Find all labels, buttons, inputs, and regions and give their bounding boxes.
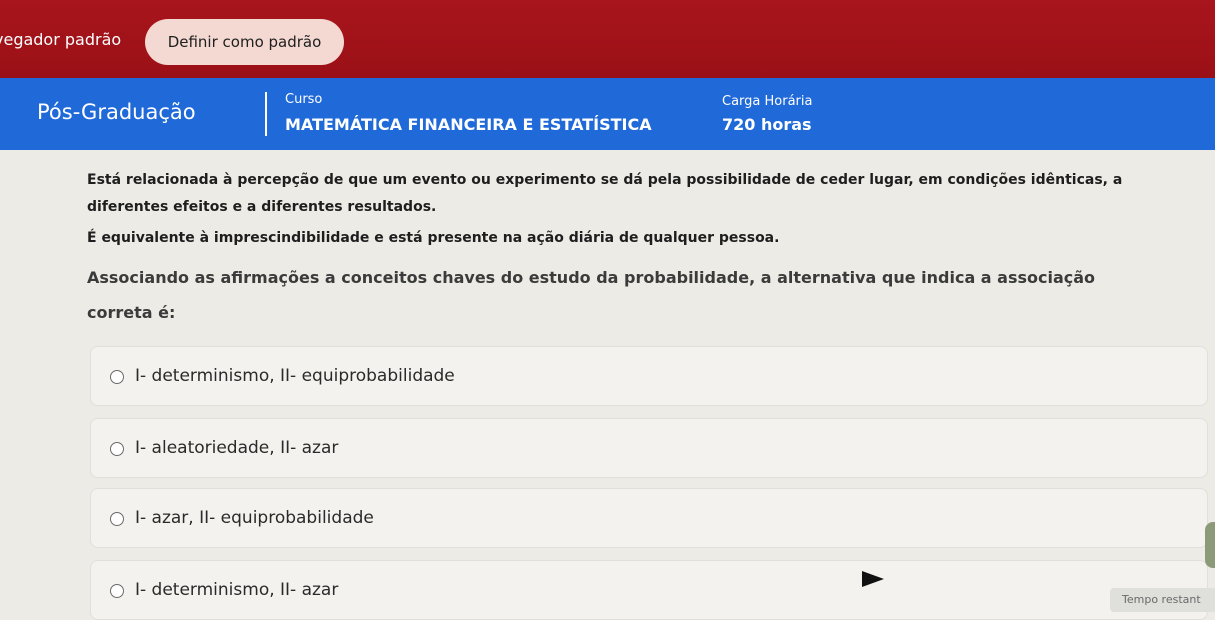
question-statement-2: diferentes efeitos e a diferentes result…	[87, 199, 437, 215]
answer-option-label: I- determinismo, II- equiprobabilidade	[135, 366, 455, 386]
hours-caption: Carga Horária	[722, 94, 813, 109]
radio-button[interactable]	[110, 512, 124, 526]
radio-button[interactable]	[110, 442, 124, 456]
header-divider	[265, 92, 267, 136]
question-statement-1: Está relacionada à percepção de que um e…	[87, 172, 1123, 188]
mouse-cursor-icon	[862, 571, 884, 587]
radio-button[interactable]	[110, 370, 124, 384]
course-header: Pós-Graduação Curso MATEMÁTICA FINANCEIR…	[0, 78, 1215, 150]
answer-option-label: I- azar, II- equiprobabilidade	[135, 508, 374, 528]
default-browser-label: vegador padrão	[0, 30, 122, 49]
time-remaining-label: Tempo restant	[1122, 593, 1201, 606]
time-remaining-badge: Tempo restant	[1110, 588, 1215, 612]
course-name: MATEMÁTICA FINANCEIRA E ESTATÍSTICA	[285, 115, 652, 134]
answer-option-1[interactable]: I- determinismo, II- equiprobabilidade	[90, 346, 1208, 406]
radio-button[interactable]	[110, 584, 124, 598]
question-prompt-2: correta é:	[87, 303, 176, 322]
answer-option-label: I- determinismo, II- azar	[135, 580, 339, 600]
program-title: Pós-Graduação	[37, 100, 196, 124]
course-caption: Curso	[285, 92, 323, 107]
answer-option-4[interactable]: I- determinismo, II- azar	[90, 560, 1208, 620]
answer-option-label: I- aleatoriedade, II- azar	[135, 438, 339, 458]
side-tab[interactable]	[1205, 522, 1215, 568]
answer-option-3[interactable]: I- azar, II- equiprobabilidade	[90, 488, 1208, 548]
set-default-button[interactable]: Definir como padrão	[145, 19, 344, 65]
question-prompt-1: Associando as afirmações a conceitos cha…	[87, 268, 1096, 287]
answer-option-2[interactable]: I- aleatoriedade, II- azar	[90, 418, 1208, 478]
question-statement-3: É equivalente à imprescindibilidade e es…	[87, 230, 780, 246]
default-browser-bar: vegador padrão Definir como padrão	[0, 0, 1215, 78]
hours-value: 720 horas	[722, 115, 812, 134]
